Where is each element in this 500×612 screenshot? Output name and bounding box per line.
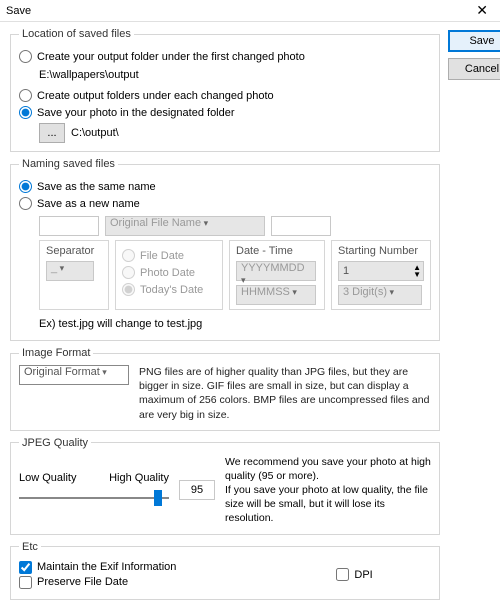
datesource-today-label: Today's Date: [140, 284, 203, 296]
naming-label-new: Save as a new name: [37, 198, 140, 210]
location-radio-3[interactable]: [19, 106, 32, 119]
datesource-file-radio: [122, 249, 135, 262]
jpeg-quality-input[interactable]: [179, 480, 215, 500]
suffix-input[interactable]: [271, 216, 331, 236]
cancel-button[interactable]: Cancel: [448, 58, 500, 80]
jpeg-high-label: High Quality: [109, 472, 169, 484]
location-label-3: Save your photo in the designated folder: [37, 107, 235, 119]
prefix-input[interactable]: [39, 216, 99, 236]
naming-radio-new[interactable]: [19, 197, 32, 210]
location-group: Location of saved files Create your outp…: [10, 28, 440, 152]
jpeg-group: JPEG Quality Low Quality High Quality We…: [10, 437, 440, 535]
exif-label: Maintain the Exif Information: [37, 561, 176, 573]
location-legend: Location of saved files: [19, 28, 134, 40]
time-format-select[interactable]: HHMMSS: [236, 285, 316, 305]
save-button[interactable]: Save: [448, 30, 500, 52]
etc-legend: Etc: [19, 541, 41, 553]
location-path-3: C:\output\: [71, 127, 119, 139]
digits-select[interactable]: 3 Digit(s): [338, 285, 422, 305]
naming-label-same: Save as the same name: [37, 181, 156, 193]
dpi-checkbox[interactable]: [336, 568, 349, 581]
naming-legend: Naming saved files: [19, 158, 118, 170]
startnum-spinner[interactable]: 1 ▲▼: [338, 261, 424, 281]
naming-group: Naming saved files Save as the same name…: [10, 158, 440, 341]
jpeg-quality-slider[interactable]: [19, 490, 169, 506]
naming-radio-same[interactable]: [19, 180, 32, 193]
preserve-label: Preserve File Date: [37, 576, 128, 588]
format-group: Image Format Original Format PNG files a…: [10, 347, 440, 431]
jpeg-desc: We recommend you save your photo at high…: [225, 455, 431, 526]
format-select[interactable]: Original Format: [19, 365, 129, 385]
format-legend: Image Format: [19, 347, 93, 359]
filename-select[interactable]: Original File Name: [105, 216, 265, 236]
separator-label: Separator: [46, 245, 102, 257]
datesource-today-radio: [122, 283, 135, 296]
naming-example: Ex) test.jpg will change to test.jpg: [39, 318, 431, 330]
preserve-checkbox[interactable]: [19, 576, 32, 589]
browse-button[interactable]: ...: [39, 123, 65, 143]
jpeg-low-label: Low Quality: [19, 472, 76, 484]
location-radio-1[interactable]: [19, 50, 32, 63]
window-title: Save: [6, 5, 31, 17]
location-label-1: Create your output folder under the firs…: [37, 51, 305, 63]
startnum-value: 1: [339, 265, 413, 277]
location-label-2: Create output folders under each changed…: [37, 90, 274, 102]
exif-checkbox[interactable]: [19, 561, 32, 574]
format-desc: PNG files are of higher quality than JPG…: [139, 365, 431, 422]
datesource-photo-radio: [122, 266, 135, 279]
titlebar: Save ✕: [0, 0, 500, 22]
date-format-select[interactable]: YYYYMMDD: [236, 261, 316, 281]
etc-group: Etc Maintain the Exif Information Preser…: [10, 541, 440, 600]
location-radio-2[interactable]: [19, 89, 32, 102]
datetime-label: Date - Time: [236, 245, 318, 257]
close-icon[interactable]: ✕: [470, 2, 494, 19]
startnum-label: Starting Number: [338, 245, 424, 257]
separator-select[interactable]: _: [46, 261, 94, 281]
datesource-photo-label: Photo Date: [140, 267, 195, 279]
jpeg-legend: JPEG Quality: [19, 437, 91, 449]
datesource-file-label: File Date: [140, 250, 184, 262]
dpi-label: DPI: [354, 569, 372, 581]
spinner-arrows-icon[interactable]: ▲▼: [413, 264, 423, 278]
location-path-1: E:\wallpapers\output: [39, 67, 431, 85]
